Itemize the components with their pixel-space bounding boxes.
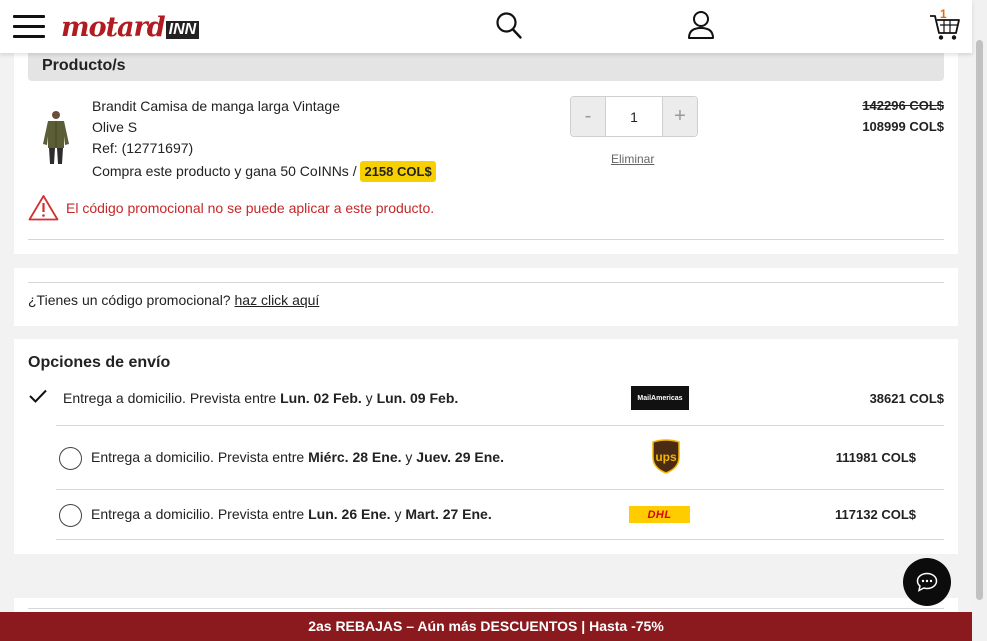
divider: [28, 608, 944, 609]
divider: [28, 239, 944, 240]
shipping-radio[interactable]: [59, 447, 82, 470]
shipping-option-text: Entrega a domicilio. Prevista entre Miér…: [91, 449, 504, 465]
quantity-stepper: - +: [570, 96, 698, 137]
shipping-option-price: 111981 COL$: [835, 450, 916, 465]
promo-error-message: El código promocional no se puede aplica…: [66, 200, 435, 216]
logo-text: motard: [61, 12, 166, 43]
carrier-logo-ups: ups: [651, 439, 681, 479]
cart-icon[interactable]: 1: [929, 7, 961, 47]
chat-icon: [916, 572, 938, 592]
check-icon[interactable]: [28, 388, 48, 409]
products-card: Producto/s Brandit Camisa de manga larga…: [14, 40, 958, 254]
shipping-option[interactable]: Entrega a domicilio. Prevista entre Miér…: [14, 431, 958, 481]
shipping-title: Opciones de envío: [28, 354, 171, 371]
product-image[interactable]: [40, 110, 72, 166]
product-ref: Ref: (12771697): [92, 140, 194, 156]
carrier-logo-dhl: DHL: [629, 506, 690, 523]
promo-code-link[interactable]: haz click aquí: [235, 292, 320, 308]
logo-suffix: INN: [165, 21, 200, 39]
shipping-radio[interactable]: [59, 504, 82, 527]
coins-text: Compra este producto y gana 50 CoINNs /: [92, 163, 361, 179]
shipping-option-price: 38621 COL$: [869, 391, 944, 406]
menu-icon[interactable]: [13, 15, 45, 39]
page-scrollbar[interactable]: [972, 0, 987, 641]
price-current: 108999 COL$: [862, 119, 944, 134]
cart-count-badge: 1: [940, 7, 947, 21]
sale-banner[interactable]: 2as REBAJAS – Aún más DESCUENTOS | Hasta…: [0, 612, 972, 641]
product-name-line1[interactable]: Brandit Camisa de manga larga Vintage: [92, 98, 340, 114]
user-account-icon[interactable]: [687, 10, 715, 45]
shipping-option-text: Entrega a domicilio. Prevista entre Lun.…: [91, 506, 492, 522]
carrier-logo-mailamericas: MailAmericas: [631, 386, 689, 410]
products-section-title: Producto/s: [42, 57, 126, 74]
divider: [56, 425, 944, 426]
coins-badge: 2158 COL$: [360, 161, 436, 182]
chat-button[interactable]: [903, 558, 951, 606]
shipping-option[interactable]: Entrega a domicilio. Prevista entre Lun.…: [14, 374, 958, 424]
scrollbar-thumb[interactable]: [976, 40, 983, 600]
divider: [28, 282, 944, 283]
search-icon[interactable]: [495, 10, 523, 45]
promo-question-text: ¿Tienes un código promocional?: [28, 292, 235, 308]
qty-increase-button[interactable]: +: [662, 97, 697, 136]
promo-code-card: ¿Tienes un código promocional? haz click…: [14, 268, 958, 326]
site-logo[interactable]: motard INN: [61, 12, 200, 43]
quantity-input[interactable]: [606, 97, 662, 136]
shipping-option[interactable]: Entrega a domicilio. Prevista entre Lun.…: [14, 490, 958, 540]
warning-icon: [28, 194, 59, 226]
promo-question: ¿Tienes un código promocional? haz click…: [28, 292, 319, 308]
svg-text:ups: ups: [655, 450, 677, 464]
remove-product-link[interactable]: Eliminar: [611, 152, 654, 166]
price-original: 142296 COL$: [862, 98, 944, 113]
divider: [56, 539, 944, 540]
product-variant: Olive S: [92, 119, 138, 135]
product-coins-info: Compra este producto y gana 50 CoINNs / …: [92, 161, 436, 182]
qty-decrease-button[interactable]: -: [571, 97, 606, 136]
products-section-header: Producto/s: [28, 50, 944, 81]
shipping-options-card: Opciones de envío Entrega a domicilio. P…: [14, 339, 958, 554]
site-header: motard INN 1: [0, 0, 972, 53]
shipping-option-price: 117132 COL$: [835, 507, 916, 522]
shipping-option-text: Entrega a domicilio. Prevista entre Lun.…: [63, 390, 459, 406]
